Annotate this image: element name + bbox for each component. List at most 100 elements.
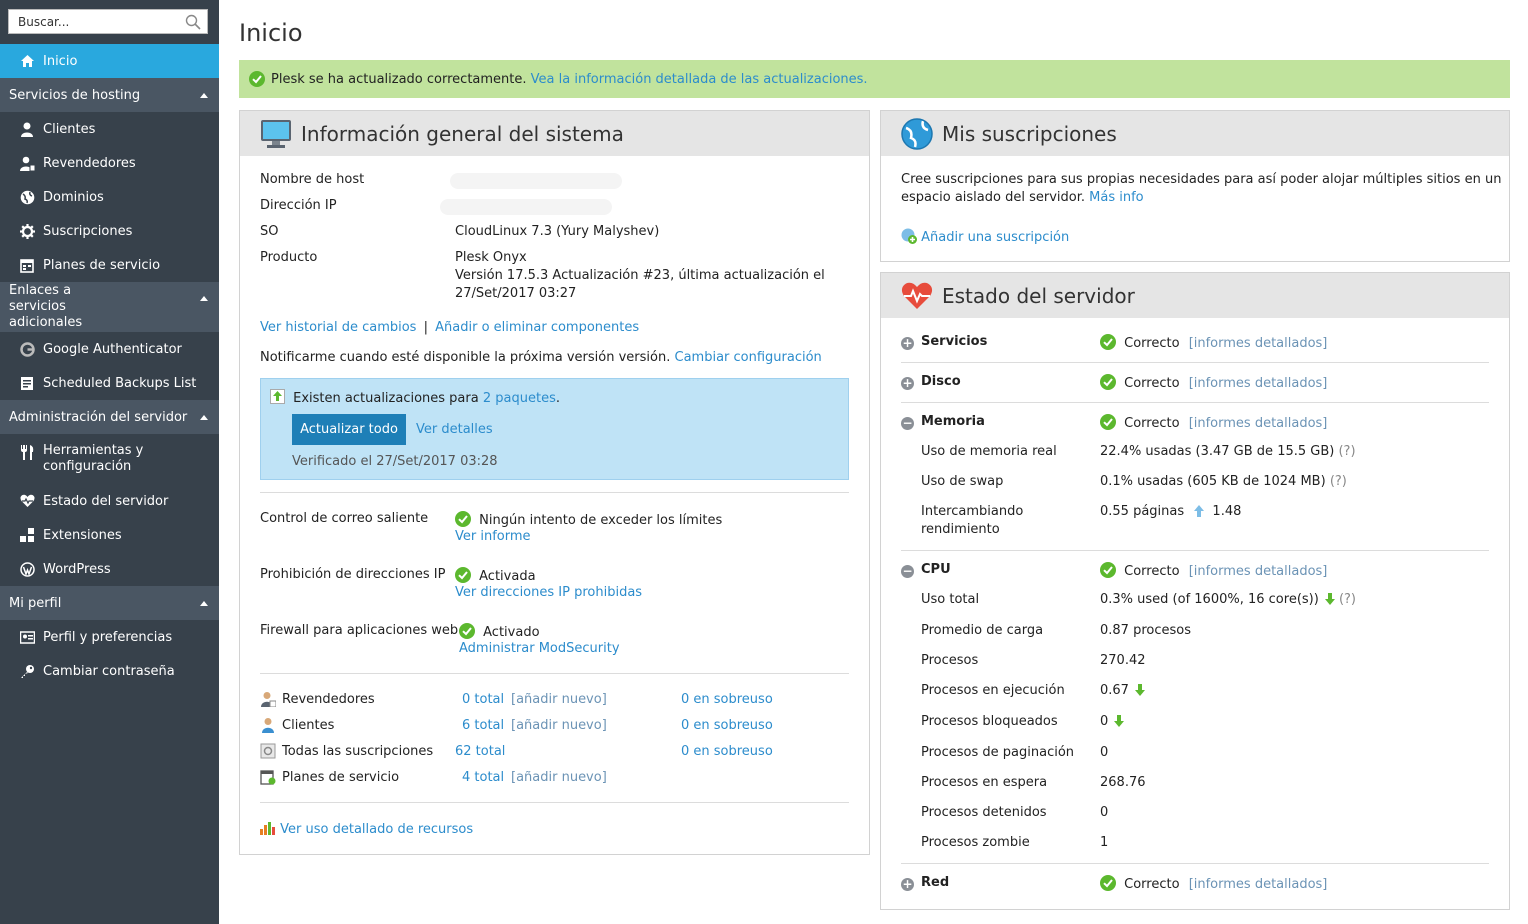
sidebar-item-scheduled-backups[interactable]: Scheduled Backups List [0,366,219,400]
search-icon[interactable] [185,14,201,30]
divider [901,362,1489,363]
check-circle-icon [1100,562,1116,578]
search-input[interactable] [9,10,207,33]
sidebar-group-label: Servicios de hosting [9,87,141,103]
update-all-button[interactable]: Actualizar todo [292,414,406,445]
os-label: SO [260,224,279,239]
overuse-link[interactable]: 0 en sobreuso [681,744,773,759]
stats-total-link[interactable]: 6 total [462,718,504,733]
stats-total-link[interactable]: 62 total [455,744,505,759]
google-authenticator-icon [19,341,35,357]
memory-row[interactable]: − Memoria [901,414,985,430]
overuse-link[interactable]: 0 en sobreuso [681,718,773,733]
swap-value: 0.1% usadas (605 KB de 1024 MB) [1100,474,1326,489]
link-separator: | [423,320,428,335]
product-name: Plesk Onyx [455,250,527,265]
add-new-link[interactable]: [añadir nuevo] [511,692,607,707]
components-link[interactable]: Añadir o eliminar componentes [435,320,639,335]
cpu-row[interactable]: − CPU [901,562,951,578]
product-date: 27/Set/2017 03:27 [455,286,577,301]
expand-plus-icon[interactable]: + [901,377,914,390]
status-label: Servicios [921,334,988,349]
help-link[interactable]: (?) [1339,592,1356,607]
sidebar-item-revendedores[interactable]: Revendedores [0,146,219,180]
modsecurity-link[interactable]: Administrar ModSecurity [459,641,620,656]
sidebar-item-extensiones[interactable]: Extensiones [0,518,219,552]
status-value: Correcto [1124,336,1180,351]
key-icon [19,663,35,679]
sidebar-group-miperfil[interactable]: Mi perfil [0,586,219,620]
ipban-status: Activada [479,569,536,584]
cpu-row-value: 268.76 [1100,775,1146,790]
view-details-link[interactable]: Ver detalles [416,422,493,437]
subscriptions-text-2: espacio aislado del servidor. [901,190,1086,205]
detailed-reports-link[interactable]: [informes detallados] [1189,564,1328,579]
add-subscription-link[interactable]: Añadir una suscripción [921,230,1069,245]
sidebar-item-inicio[interactable]: Inicio [0,44,219,78]
sidebar-item-wordpress[interactable]: WordPress [0,552,219,586]
help-link[interactable]: (?) [1330,474,1347,489]
detailed-reports-link[interactable]: [informes detallados] [1189,877,1328,892]
add-new-link[interactable]: [añadir nuevo] [511,718,607,733]
disk-row[interactable]: + Disco [901,374,961,390]
sidebar-item-herramientas[interactable]: Herramientas y configuración [0,434,219,474]
mail-report-link[interactable]: Ver informe [455,529,531,544]
sidebar-item-estado[interactable]: Estado del servidor [0,484,219,518]
service-plan-icon [260,770,276,785]
resource-usage-link[interactable]: Ver uso detallado de recursos [280,822,473,837]
more-info-link[interactable]: Más info [1089,190,1143,205]
sidebar-item-clientes[interactable]: Clientes [0,112,219,146]
sidebar-group-hosting[interactable]: Servicios de hosting [0,78,219,112]
sidebar-item-planes[interactable]: Planes de servicio [0,248,219,282]
globe-icon [19,189,35,205]
sidebar-group-enlaces[interactable]: Enlaces a servicios adicionales [0,282,219,332]
status-label: Red [921,875,950,890]
home-icon [19,53,35,69]
detailed-reports-link[interactable]: [informes detallados] [1189,336,1328,351]
help-link[interactable]: (?) [1338,444,1355,459]
expand-plus-icon[interactable]: + [901,337,914,350]
change-config-link[interactable]: Cambiar configuración [675,350,822,365]
verified-text: Verificado el 27/Set/2017 03:28 [292,454,498,469]
collapse-minus-icon[interactable]: − [901,417,914,430]
expand-plus-icon[interactable]: + [901,878,914,891]
detailed-reports-link[interactable]: [informes detallados] [1189,376,1328,391]
extensions-icon [19,527,35,543]
sidebar-item-perfil[interactable]: Perfil y preferencias [0,620,219,654]
waf-status: Activado [483,625,540,640]
services-row[interactable]: + Servicios [901,334,987,350]
collapse-minus-icon[interactable]: − [901,565,914,578]
status-value: Correcto [1124,564,1180,579]
paging-value: 0.55 páginas [1100,504,1185,519]
sidebar-item-contrasena[interactable]: Cambiar contraseña [0,654,219,688]
stats-total-link[interactable]: 0 total [462,692,504,707]
tools-icon [19,444,35,460]
collapse-caret-icon [200,414,208,420]
updates-dot: . [555,391,560,406]
cpu-row-value: 0.3% used (of 1600%, 16 core(s)) [1100,592,1319,607]
banned-ips-link[interactable]: Ver direcciones IP prohibidas [455,585,642,600]
system-info-panel: Información general del sistema Nombre d… [239,110,870,855]
mem-real-label: Uso de memoria real [921,444,1057,459]
sidebar-item-suscripciones[interactable]: Suscripciones [0,214,219,248]
profile-card-icon [19,629,35,645]
packages-link[interactable]: 2 paquetes [483,391,556,406]
sidebar-item-google-authenticator[interactable]: Google Authenticator [0,332,219,366]
update-arrow-icon [270,389,285,404]
sidebar-item-label: Estado del servidor [43,493,169,509]
panel-title: Estado del servidor [942,283,1135,308]
sidebar-item-dominios[interactable]: Dominios [0,180,219,214]
alert-details-link[interactable]: Vea la información detallada de las actu… [531,72,868,87]
add-new-link[interactable]: [añadir nuevo] [511,770,607,785]
alert-text: Plesk se ha actualizado correctamente. [271,71,527,87]
overuse-link[interactable]: 0 en sobreuso [681,692,773,707]
sidebar-item-label: Suscripciones [43,223,133,239]
network-row[interactable]: + Red [901,875,949,891]
history-link[interactable]: Ver historial de cambios [260,320,416,335]
product-version: Versión 17.5.3 Actualización #23, última… [455,268,825,283]
detailed-reports-link[interactable]: [informes detallados] [1189,416,1328,431]
sidebar-item-label: Clientes [43,121,96,137]
sidebar-group-admin[interactable]: Administración del servidor [0,400,219,434]
cpu-row-label: Procesos [921,653,979,668]
stats-total-link[interactable]: 4 total [462,770,504,785]
